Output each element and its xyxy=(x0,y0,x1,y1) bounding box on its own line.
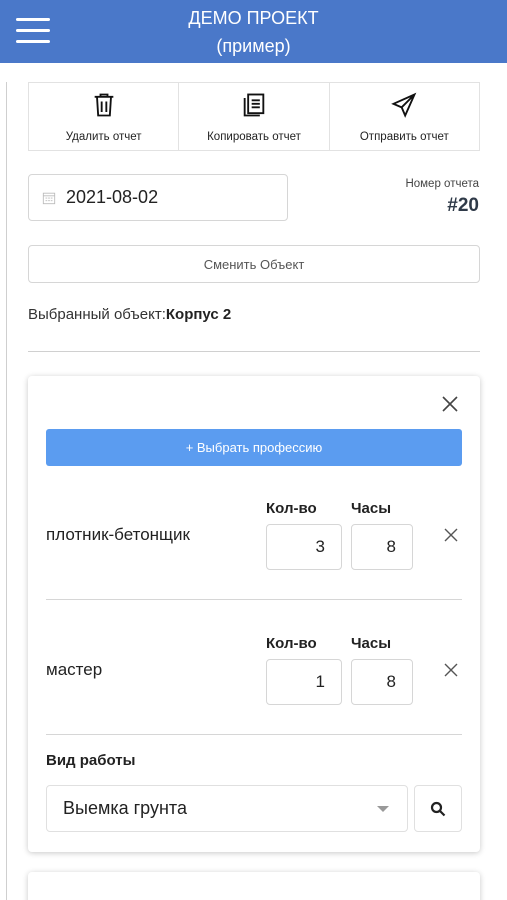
left-divider xyxy=(6,82,7,900)
app-header: ДЕМО ПРОЕКТ (пример) xyxy=(0,0,507,63)
qty-input[interactable]: 1 xyxy=(266,659,342,705)
report-number: #20 xyxy=(447,195,479,216)
copy-icon xyxy=(243,93,265,117)
copy-report-button[interactable]: Копировать отчет xyxy=(179,83,330,150)
search-button[interactable] xyxy=(414,785,462,832)
hours-input[interactable]: 8 xyxy=(351,524,413,570)
page-title: ДЕМО ПРОЕКТ xyxy=(188,8,319,28)
trash-icon xyxy=(94,93,113,117)
work-entry-card: + Выбрать профессию Кол-во Часы плотник-… xyxy=(28,376,480,852)
remove-row-icon[interactable] xyxy=(444,663,458,677)
selected-object-label: Выбранный объект: xyxy=(28,306,166,323)
chevron-down-icon xyxy=(377,806,389,812)
qty-header: Кол-во xyxy=(266,635,317,652)
work-type-label: Вид работы xyxy=(46,752,136,769)
row-divider xyxy=(46,734,462,735)
page-subtitle: (пример) xyxy=(216,36,291,56)
hours-header: Часы xyxy=(351,635,392,652)
work-type-select[interactable]: Выемка грунта xyxy=(46,785,408,832)
work-type-value: Выемка грунта xyxy=(63,798,187,818)
hours-input[interactable]: 8 xyxy=(351,659,413,705)
calendar-icon xyxy=(42,192,56,204)
selected-object: Выбранный объект:Корпус 2 xyxy=(28,306,231,323)
choose-profession-button[interactable]: + Выбрать профессию xyxy=(46,429,462,466)
send-icon xyxy=(391,92,417,118)
report-date-field[interactable]: 2021-08-02 xyxy=(28,174,288,221)
copy-report-label: Копировать отчет xyxy=(207,131,301,143)
section-divider xyxy=(28,351,480,352)
next-card xyxy=(28,872,480,900)
profession-name: плотник-бетонщик xyxy=(46,525,190,544)
close-icon[interactable] xyxy=(440,394,460,414)
report-actions: Удалить отчет Копировать отчет Отправить… xyxy=(28,82,480,151)
change-object-button[interactable]: Сменить Объект xyxy=(28,245,480,283)
selected-object-value: Корпус 2 xyxy=(165,306,232,323)
send-report-button[interactable]: Отправить отчет xyxy=(330,83,479,150)
send-report-label: Отправить отчет xyxy=(359,131,449,143)
row-divider xyxy=(46,599,462,600)
search-icon xyxy=(430,801,446,816)
delete-report-button[interactable]: Удалить отчет xyxy=(29,83,180,150)
delete-report-label: Удалить отчет xyxy=(65,131,142,143)
profession-name: мастер xyxy=(46,660,103,679)
remove-row-icon[interactable] xyxy=(444,528,458,542)
hours-header: Часы xyxy=(351,500,392,517)
report-number-label: Номер отчета xyxy=(405,178,479,190)
report-date-value: 2021-08-02 xyxy=(66,187,159,207)
qty-header: Кол-во xyxy=(266,500,317,517)
qty-input[interactable]: 3 xyxy=(266,524,342,570)
